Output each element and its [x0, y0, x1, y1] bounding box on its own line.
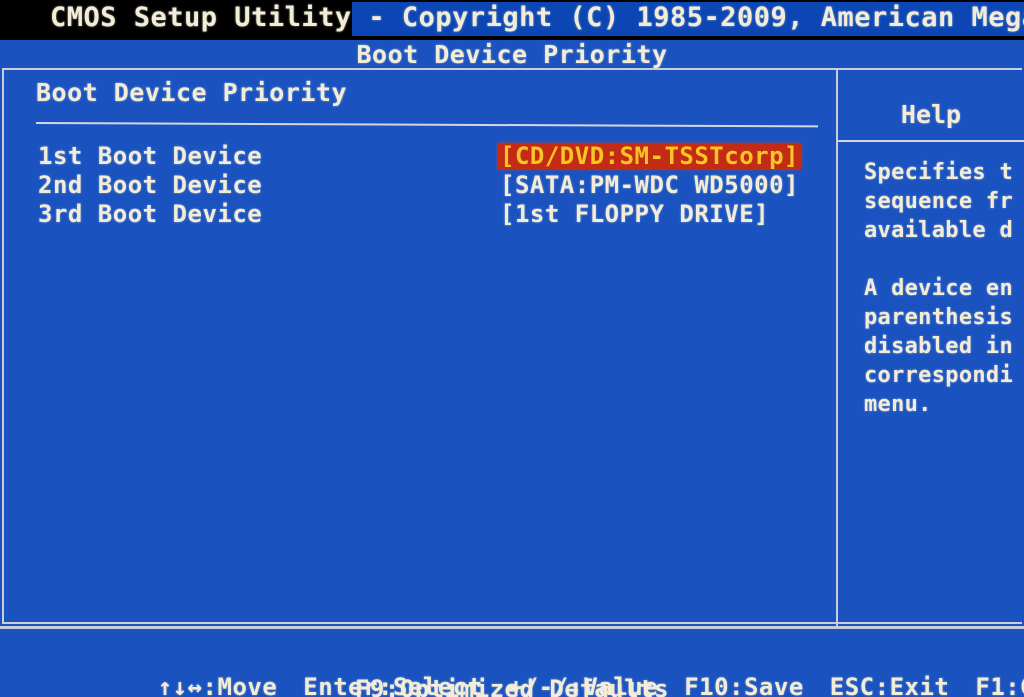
help-text-line: Specifies t	[864, 160, 1013, 185]
footer-divider	[0, 626, 1024, 629]
help-text-line: available d	[864, 218, 1013, 243]
bios-setup-screen: CMOS Setup Utility - Copyright (C) 1985-…	[0, 0, 1024, 697]
page-subtitle: Boot Device Priority	[356, 40, 668, 69]
key-hint-f9-optimized-defaults[interactable]: F9:Optimized Defaults	[0, 674, 1024, 697]
boot-device-row-3[interactable]: 3rd Boot Device [1st FLOPPY DRIVE]	[0, 201, 830, 227]
boot-device-value-2[interactable]: [SATA:PM-WDC WD5000]	[500, 172, 799, 198]
utility-title: CMOS Setup Utility - Copyright (C) 1985-…	[50, 2, 1024, 33]
help-panel-title: Help	[900, 100, 962, 129]
boot-device-row-1[interactable]: 1st Boot Device [CD/DVD:SM-TSSTcorp]	[0, 143, 830, 169]
help-text-line: disabled in	[864, 334, 1013, 359]
boot-device-row-2[interactable]: 2nd Boot Device [SATA:PM-WDC WD5000]	[0, 172, 830, 198]
boot-device-value-1[interactable]: [CD/DVD:SM-TSSTcorp]	[498, 143, 801, 169]
pane-divider	[836, 70, 838, 626]
help-panel-body: Specifies t sequence fr available d A de…	[864, 158, 1024, 419]
help-text-line: parenthesis	[864, 305, 1013, 330]
title-bar: CMOS Setup Utility - Copyright (C) 1985-…	[0, 0, 1024, 40]
section-heading: Boot Device Priority	[36, 78, 348, 107]
boot-device-value-3[interactable]: [1st FLOPPY DRIVE]	[500, 201, 769, 227]
footer-keybar: ↑↓↔:Move Enter:Select +/-/:Value F10:Save ES…	[0, 632, 1024, 697]
help-text-line: sequence fr	[864, 189, 1013, 214]
help-panel-divider	[838, 140, 1024, 142]
boot-device-label-3: 3rd Boot Device	[38, 200, 263, 228]
boot-device-label-1: 1st Boot Device	[38, 142, 263, 170]
boot-device-label-2: 2nd Boot Device	[38, 171, 263, 199]
help-text-line: A device en	[864, 276, 1013, 301]
help-text-line: menu.	[864, 392, 932, 417]
help-paragraph-gap	[864, 245, 1024, 274]
help-text-line: correspondi	[864, 363, 1013, 388]
